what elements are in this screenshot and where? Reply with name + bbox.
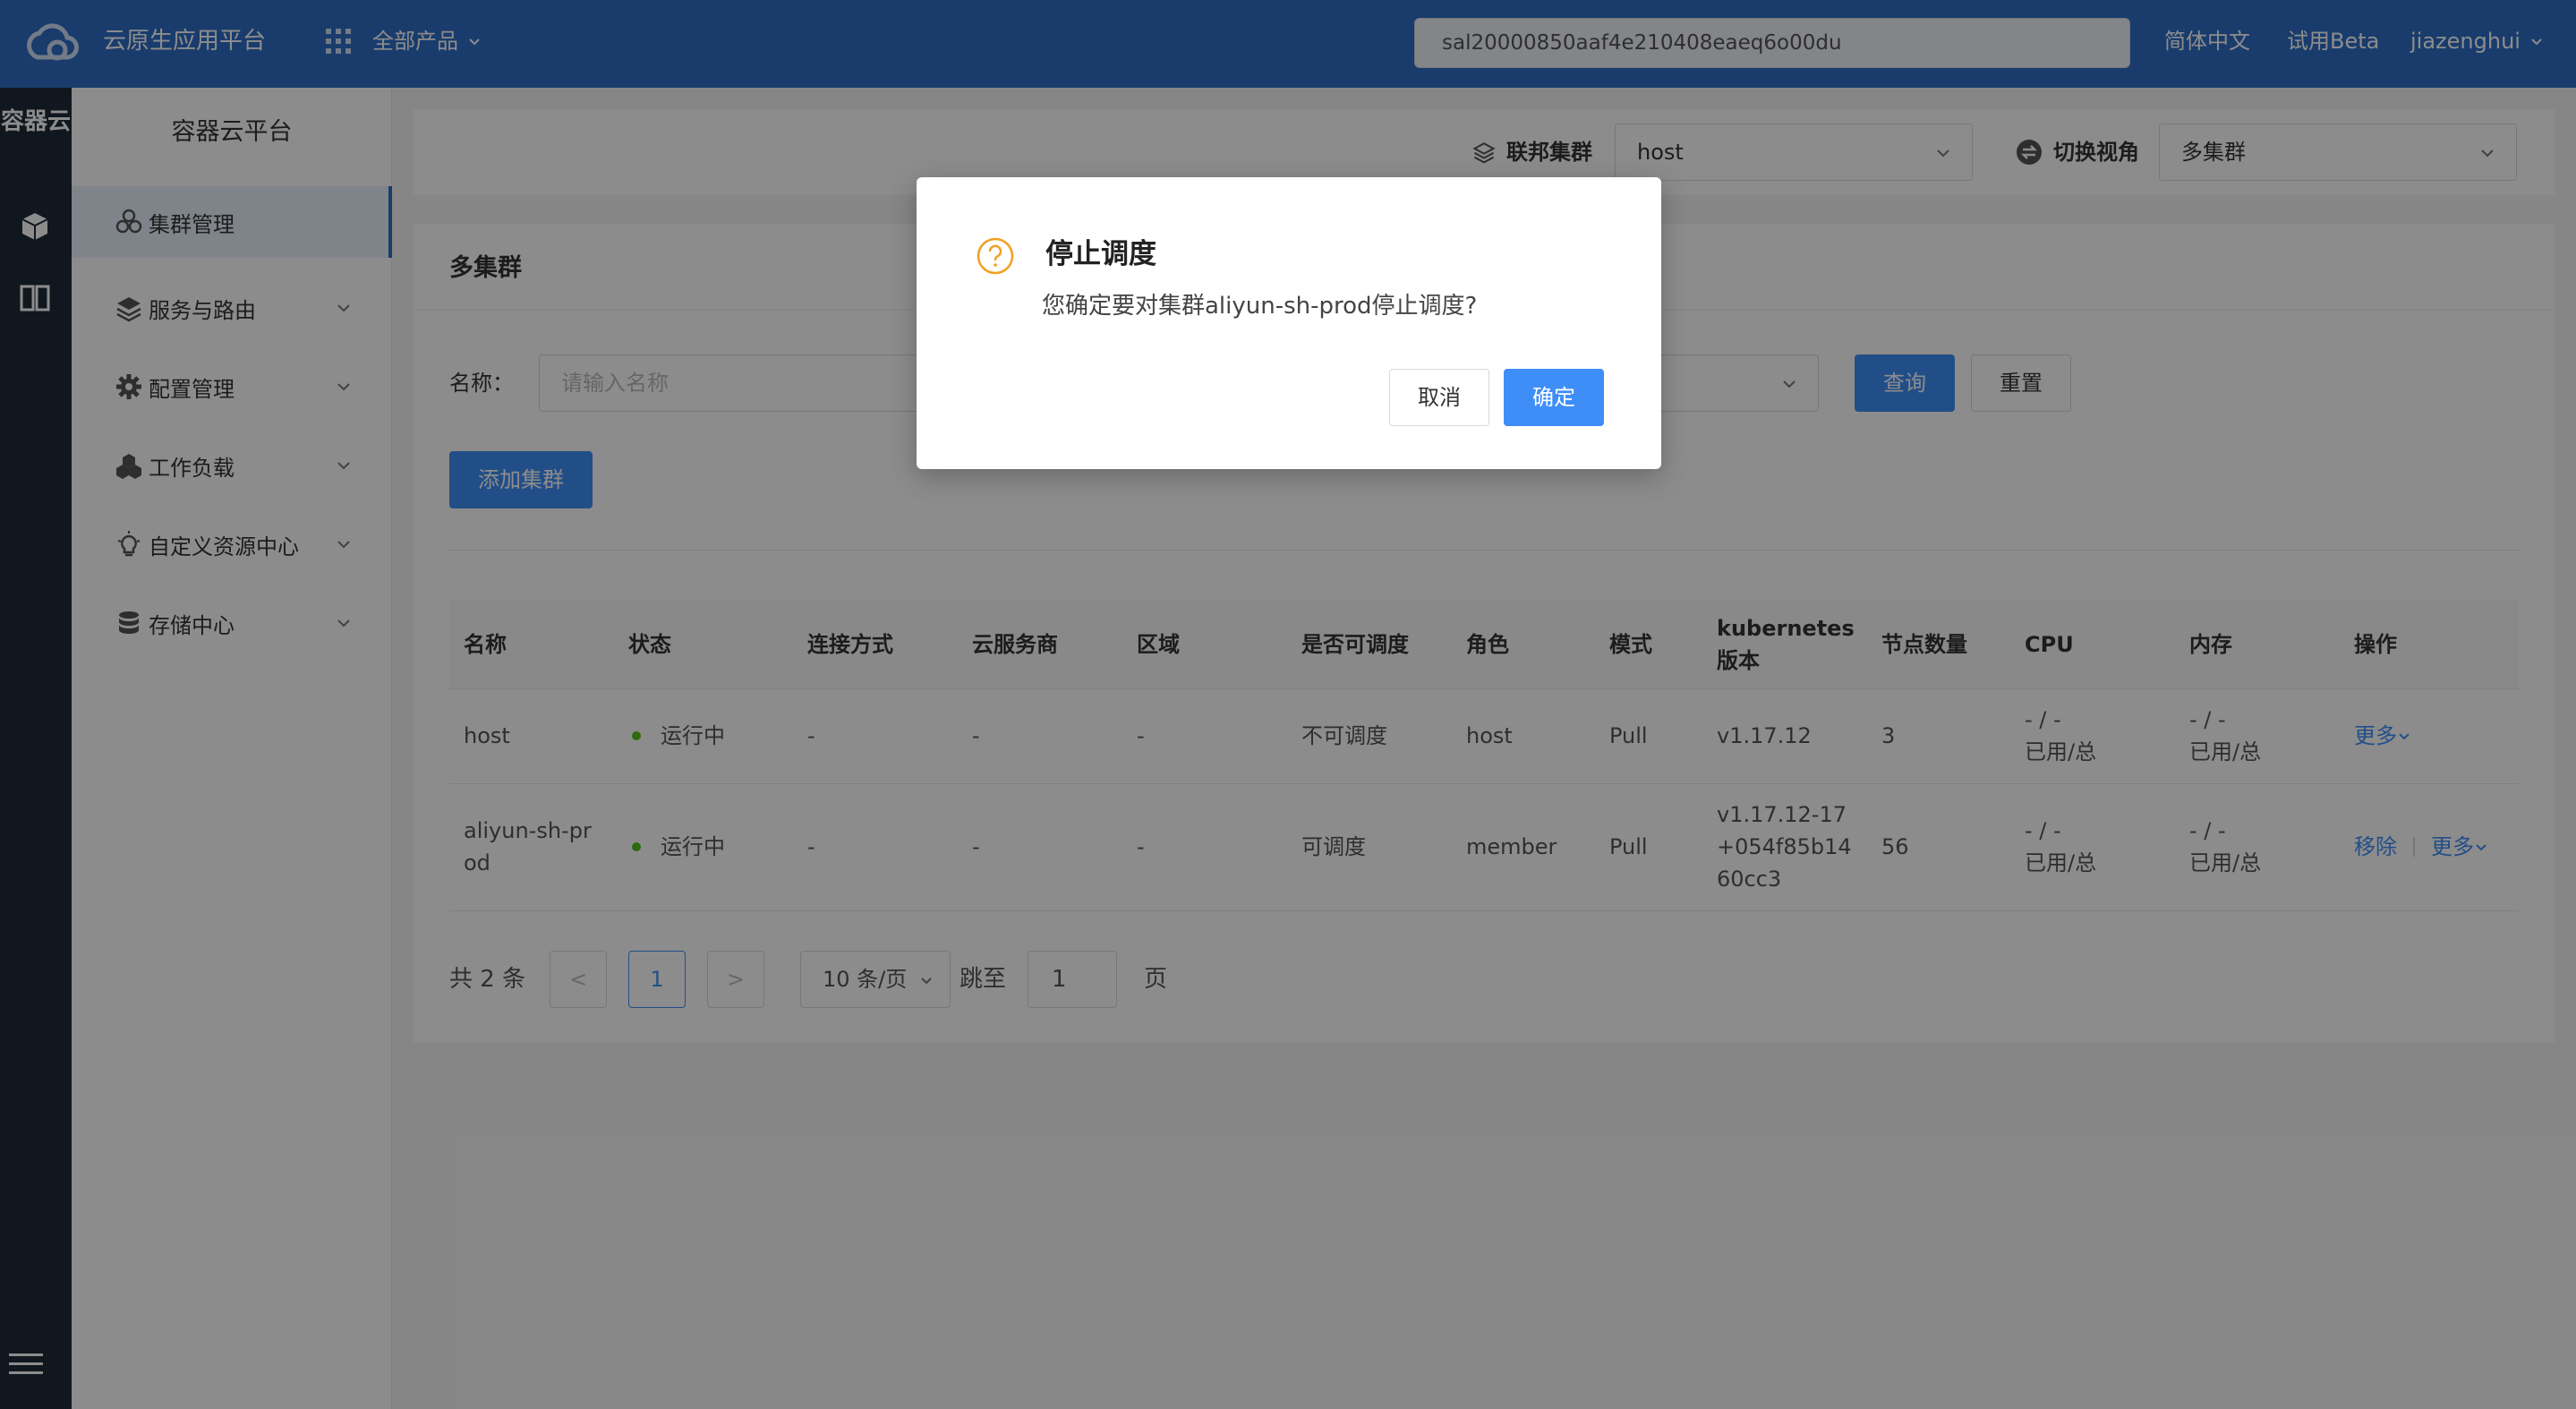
stop-scheduling-dialog: 停止调度 您确定要对集群aliyun-sh-prod停止调度? 取消 确定: [917, 177, 1661, 469]
dialog-content: 您确定要对集群aliyun-sh-prod停止调度?: [1042, 293, 1478, 320]
question-circle-icon: [977, 237, 1014, 275]
dialog-title: 停止调度: [1045, 238, 1156, 270]
confirm-button[interactable]: 确定: [1504, 369, 1604, 426]
cancel-button[interactable]: 取消: [1389, 369, 1489, 426]
